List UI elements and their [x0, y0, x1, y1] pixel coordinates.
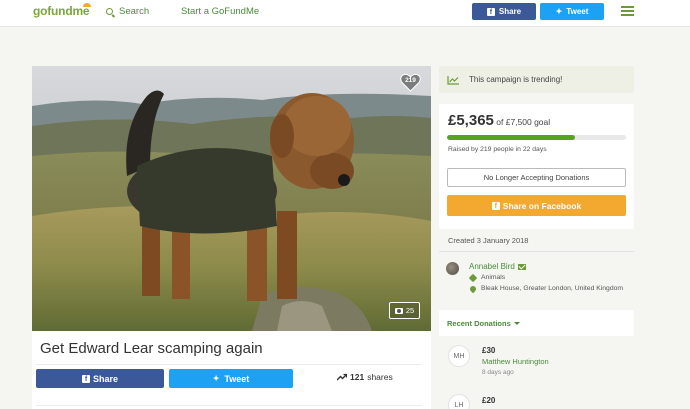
donor-name[interactable]: Matthew Huntington — [482, 357, 549, 366]
top-header: gofundme Search Start a GoFundMe f Share… — [0, 0, 690, 27]
progress-bar-fill — [447, 135, 575, 140]
location-row: Bleak House, Greater London, United King… — [468, 284, 624, 293]
search-icon — [106, 8, 113, 15]
facebook-icon: f — [81, 374, 90, 383]
raised-by-text: Raised by 219 people in 22 days — [448, 146, 547, 153]
raised-summary: £5,365 of £7,500 goal — [448, 112, 550, 129]
raised-amount: £5,365 — [448, 112, 494, 129]
recent-donations-dropdown[interactable]: Recent Donations — [447, 319, 520, 328]
recent-donations-header[interactable]: Recent Donations — [439, 310, 634, 336]
location-label: Bleak House, Greater London, United King… — [481, 285, 624, 292]
organizer-name: Annabel Bird — [469, 262, 515, 271]
twitter-icon: ✦ — [555, 7, 563, 16]
facebook-share-button[interactable]: f Share — [36, 369, 164, 388]
camera-icon — [394, 307, 403, 314]
facebook-icon: f — [491, 201, 500, 210]
dog-photo-image — [32, 66, 431, 331]
hearts-badge[interactable]: 219 — [400, 73, 421, 92]
tweet-button[interactable]: ✦ Tweet — [169, 369, 293, 388]
photo-count: 25 — [405, 306, 415, 315]
donation-amount: £30 — [482, 346, 496, 355]
hamburger-menu-icon[interactable] — [621, 6, 634, 16]
campaign-title-card: Get Edward Lear scamping again f Share ✦… — [32, 331, 431, 409]
donation-card: £5,365 of £7,500 goal Raised by 219 peop… — [439, 104, 634, 229]
organizer-link[interactable]: Annabel Bird — [469, 262, 526, 271]
location-pin-icon — [468, 284, 478, 293]
created-date: Created 3 January 2018 — [448, 236, 529, 245]
donor-avatar: LH — [448, 394, 470, 409]
header-share-button[interactable]: f Share — [472, 3, 536, 20]
gofundme-logo[interactable]: gofundme — [33, 3, 92, 18]
divider — [36, 405, 422, 406]
facebook-icon: f — [486, 7, 495, 16]
shares-number: 121 — [350, 372, 365, 382]
goal-text: of £7,500 goal — [496, 117, 551, 127]
share-on-facebook-label: Share on Facebook — [502, 200, 582, 211]
header-tweet-button[interactable]: ✦ Tweet — [540, 3, 604, 20]
divider — [439, 251, 634, 252]
tweet-label: Tweet — [224, 373, 250, 384]
share-label: Share — [92, 373, 118, 384]
chevron-down-icon — [513, 322, 520, 325]
sun-icon — [83, 3, 92, 7]
category-label: Animals — [481, 274, 506, 281]
campaign-photo[interactable] — [32, 66, 431, 331]
organizer-avatar[interactable] — [446, 262, 459, 275]
trending-text: This campaign is trending! — [469, 75, 563, 84]
no-longer-accepting-button[interactable]: No Longer Accepting Donations — [447, 168, 626, 187]
trending-chart-icon — [447, 75, 459, 85]
divider — [36, 364, 422, 365]
category-row[interactable]: Animals — [468, 273, 506, 282]
share-on-facebook-button[interactable]: f Share on Facebook — [447, 195, 626, 216]
search-label: Search — [119, 6, 150, 17]
trending-banner: This campaign is trending! — [439, 66, 634, 93]
photo-gallery-button[interactable]: 25 — [389, 302, 420, 319]
trending-up-icon — [337, 373, 347, 381]
search-link[interactable]: Search — [106, 6, 149, 17]
logo-text: gofundme — [33, 4, 90, 18]
tag-icon — [468, 273, 478, 282]
donation-amount: £20 — [482, 396, 496, 405]
header-share-label: Share — [498, 7, 522, 16]
twitter-icon: ✦ — [212, 374, 220, 383]
hearts-count: 219 — [405, 77, 416, 84]
progress-bar — [447, 135, 626, 140]
start-gofundme-link[interactable]: Start a GoFundMe — [181, 6, 259, 17]
recent-donations-label: Recent Donations — [447, 319, 511, 328]
shares-label: shares — [367, 372, 393, 382]
shares-count: 121 shares — [337, 372, 393, 382]
header-tweet-label: Tweet — [566, 7, 589, 16]
donor-avatar: MH — [448, 345, 470, 367]
envelope-icon[interactable] — [517, 263, 526, 270]
donation-time: 8 days ago — [482, 369, 514, 376]
campaign-title: Get Edward Lear scamping again — [40, 340, 263, 357]
